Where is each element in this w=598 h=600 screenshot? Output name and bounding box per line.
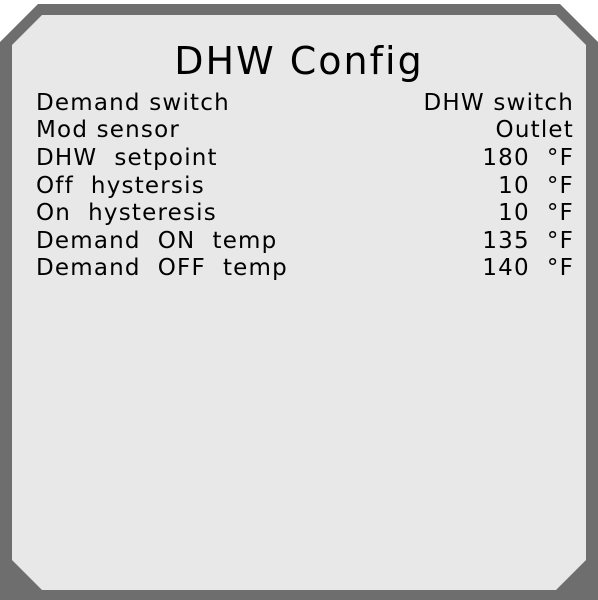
setting-row-off-hysteresis[interactable]: Off hystersis 10 °F [36, 172, 574, 200]
setting-label: Demand OFF temp [36, 255, 288, 282]
setting-value: 180 °F [482, 144, 574, 171]
setting-value: Outlet [495, 117, 574, 144]
setting-value: DHW switch [423, 89, 574, 116]
settings-list: Demand switch DHW switch Mod sensor Outl… [36, 89, 574, 282]
setting-label: DHW setpoint [36, 144, 218, 171]
setting-label: Mod sensor [36, 117, 181, 144]
setting-row-dhw-setpoint[interactable]: DHW setpoint 180 °F [36, 144, 574, 172]
setting-value: 10 °F [498, 200, 574, 227]
setting-value: 140 °F [482, 255, 574, 282]
setting-value: 10 °F [498, 172, 574, 199]
setting-row-mod-sensor[interactable]: Mod sensor Outlet [36, 117, 574, 145]
page-title: DHW Config [174, 39, 424, 83]
setting-value: 135 °F [482, 227, 574, 254]
setting-row-demand-off-temp[interactable]: Demand OFF temp 140 °F [36, 255, 574, 283]
setting-label: Demand switch [36, 89, 230, 116]
config-screen: DHW Config Demand switch DHW switch Mod … [0, 0, 598, 600]
setting-label: Demand ON temp [36, 227, 278, 254]
setting-row-demand-switch[interactable]: Demand switch DHW switch [36, 89, 574, 117]
setting-label: Off hystersis [36, 172, 205, 199]
setting-row-on-hysteresis[interactable]: On hysteresis 10 °F [36, 199, 574, 227]
setting-row-demand-on-temp[interactable]: Demand ON temp 135 °F [36, 227, 574, 255]
setting-label: On hysteresis [36, 200, 217, 227]
